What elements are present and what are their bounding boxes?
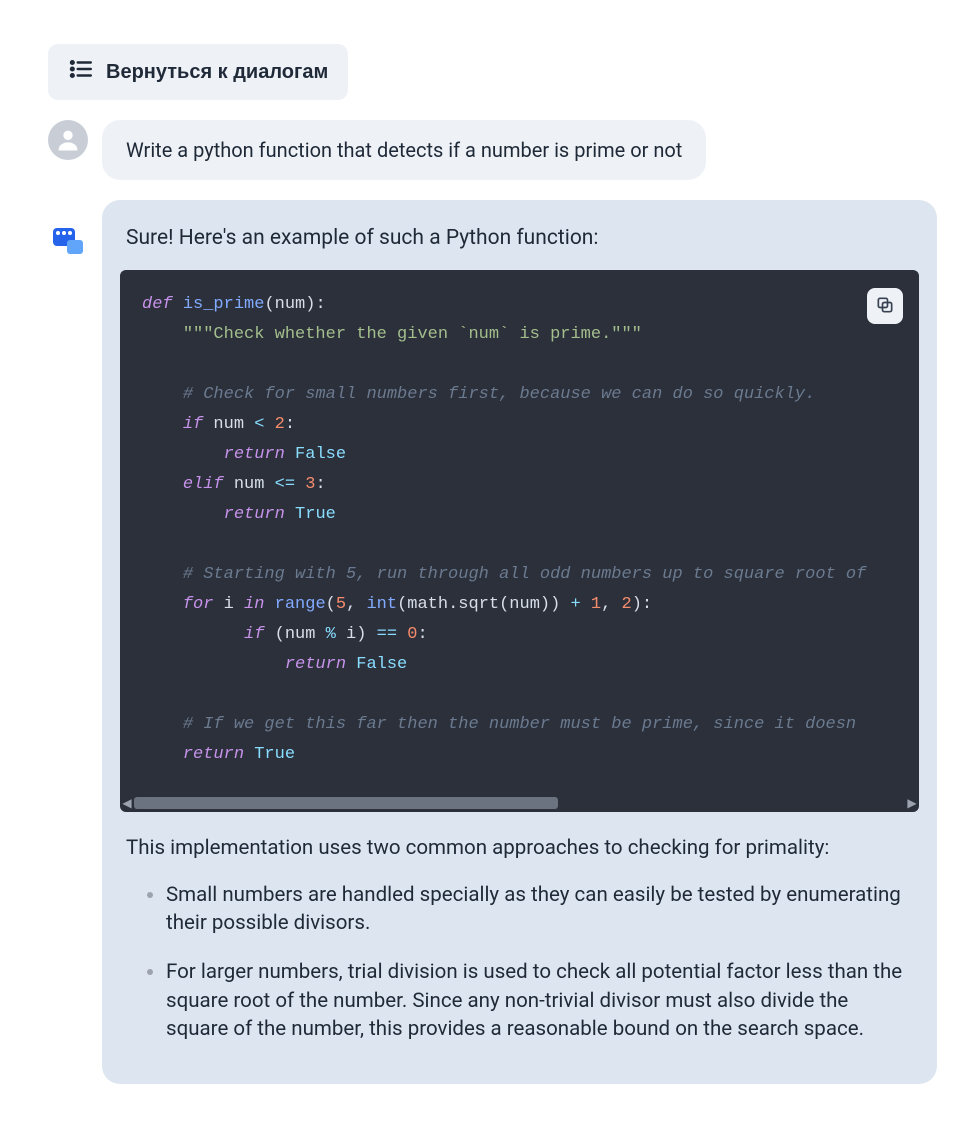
list-item: For larger numbers, trial division is us…: [166, 958, 913, 1044]
user-avatar: [48, 120, 88, 160]
bullet-text: Small numbers are handled specially as t…: [166, 883, 901, 936]
user-message-row: Write a python function that detects if …: [48, 120, 937, 180]
assistant-logo-icon: [53, 228, 83, 254]
scrollbar-track[interactable]: [134, 797, 905, 809]
code-block-container: def is_prime(num): """Check whether the …: [102, 270, 937, 812]
assistant-avatar: [48, 200, 88, 254]
user-message-text: Write a python function that detects if …: [126, 138, 682, 162]
list-item: Small numbers are handled specially as t…: [166, 881, 913, 938]
copy-icon: [875, 295, 895, 318]
copy-code-button[interactable]: [867, 288, 903, 324]
assistant-message-row: Sure! Here's an example of such a Python…: [48, 200, 937, 1084]
bullet-text: For larger numbers, trial division is us…: [166, 960, 902, 1041]
back-to-dialogs-button[interactable]: Вернуться к диалогам: [48, 44, 348, 100]
assistant-intro-text: Sure! Here's an example of such a Python…: [102, 226, 937, 270]
scrollbar-thumb[interactable]: [134, 797, 558, 809]
assistant-post-text: This implementation uses two common appr…: [102, 812, 937, 863]
code-block[interactable]: def is_prime(num): """Check whether the …: [120, 270, 919, 794]
back-button-label: Вернуться к диалогам: [106, 61, 328, 84]
scroll-left-arrow-icon[interactable]: ◀: [120, 794, 134, 812]
assistant-message-bubble: Sure! Here's an example of such a Python…: [102, 200, 937, 1084]
list-icon: [68, 56, 94, 88]
user-message-bubble: Write a python function that detects if …: [102, 120, 706, 180]
code-horizontal-scrollbar[interactable]: ◀ ▶: [120, 794, 919, 812]
scroll-right-arrow-icon[interactable]: ▶: [905, 794, 919, 812]
assistant-bullet-list: Small numbers are handled specially as t…: [102, 863, 937, 1044]
